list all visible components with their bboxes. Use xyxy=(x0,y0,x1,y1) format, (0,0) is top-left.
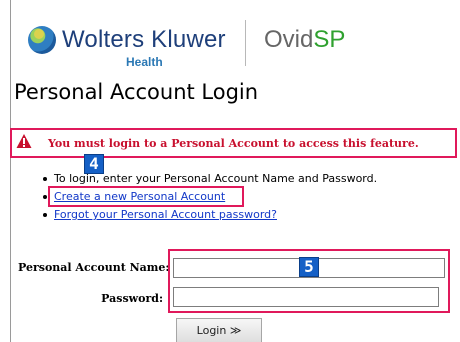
account-name-label: Personal Account Name: xyxy=(18,261,170,274)
forgot-password-link[interactable]: Forgot your Personal Account password? xyxy=(54,208,277,221)
product-prefix: Ovid xyxy=(264,26,314,53)
product-suffix: SP xyxy=(313,26,346,53)
alert-banner: You must login to a Personal Account to … xyxy=(10,128,457,158)
password-field[interactable] xyxy=(173,287,439,307)
brand-subtitle: Health xyxy=(126,55,163,69)
alert-message: You must login to a Personal Account to … xyxy=(48,137,419,150)
product-name: OvidSP xyxy=(264,26,345,54)
instruction-item: Forgot your Personal Account password? xyxy=(40,206,377,224)
site-header: Wolters Kluwer Health OvidSP xyxy=(10,0,460,70)
warning-triangle-icon xyxy=(16,134,32,148)
step-badge-5: 5 xyxy=(299,257,319,277)
page-title: Personal Account Login xyxy=(14,80,259,104)
wolters-kluwer-logo-icon xyxy=(28,26,56,54)
password-label: Password: xyxy=(101,292,163,305)
login-instruction-text: To login, enter your Personal Account Na… xyxy=(54,172,378,185)
brand-name: Wolters Kluwer xyxy=(62,26,226,53)
login-button[interactable]: Login ≫ xyxy=(176,318,262,342)
create-link-highlight xyxy=(48,186,244,207)
header-divider xyxy=(245,20,246,66)
